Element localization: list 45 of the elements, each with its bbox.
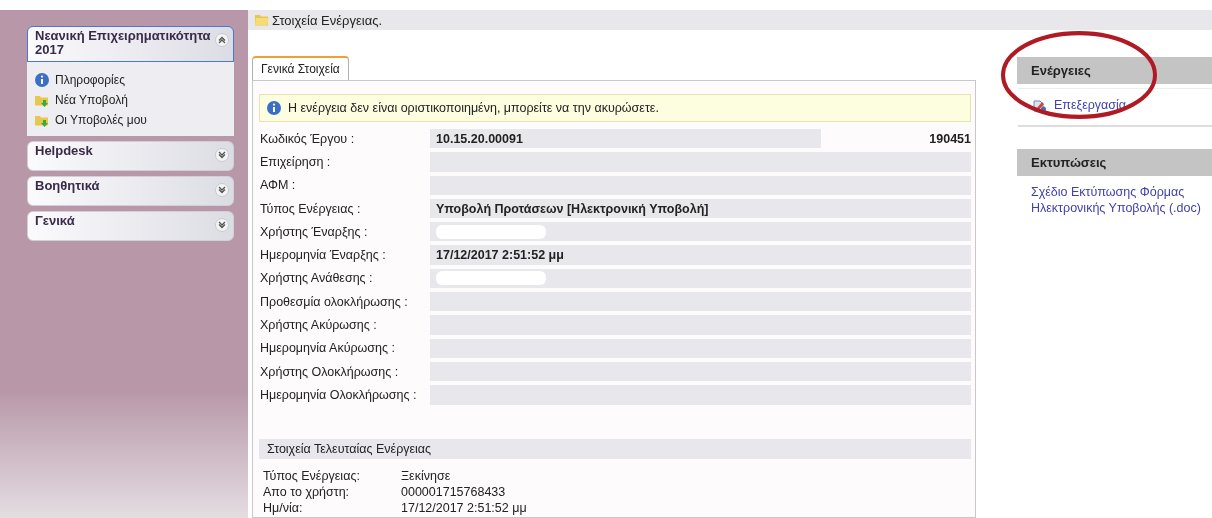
- field-label: Επιχείρηση :: [259, 154, 332, 169]
- folder-icon: [254, 12, 270, 28]
- section-header: Στοιχεία Τελευταίας Ενέργειας: [259, 438, 971, 459]
- field-label: ΑΦΜ :: [259, 178, 297, 193]
- info-label: Απο το χρήστη:: [263, 484, 351, 499]
- field-value: 190451: [929, 131, 971, 146]
- action-link[interactable]: Σχέδιο Εκτύπωσης Φόρμας Ηλεκτρονικής Υποβολής (.doc): [1031, 184, 1212, 216]
- chevron-icon: [215, 218, 229, 232]
- tab[interactable]: Γενικά Στοιχεία: [252, 56, 349, 80]
- accordion-header[interactable]: Νεανική Επιχειρηματικότητα 2017: [27, 26, 234, 62]
- menu-link[interactable]: Νέα Υποβολή: [55, 93, 128, 107]
- chevron-icon: [215, 148, 229, 162]
- menu-link[interactable]: Οι Υποβολές μου: [55, 113, 147, 127]
- info-value: Ξεκίνησε: [401, 468, 451, 483]
- info-icon: [34, 72, 50, 88]
- notice-text: Η ενέργεια δεν είναι οριστικοποιημένη, μπορείτε να την ακυρώσετε.: [288, 101, 659, 115]
- field-label: Χρήστης Ολοκλήρωσης :: [259, 364, 400, 379]
- field-value: Υποβολή Προτάσεων [Ηλεκτρονική Υποβολή]: [430, 198, 971, 219]
- chevron-icon: [215, 33, 229, 47]
- accordion-header[interactable]: Βοηθητικά: [27, 176, 234, 206]
- info-value: 000001715768433: [401, 484, 506, 499]
- field-value: 10.15.20.00091: [430, 129, 821, 149]
- panel-header: Ενέργειες: [1017, 57, 1212, 84]
- field-label: Κωδικός Έργου :: [259, 131, 356, 146]
- edit-icon: [1032, 97, 1048, 113]
- field-label: Τύπος Ενέργειας :: [259, 201, 362, 216]
- info-label: Τύπος Ενέργειας:: [263, 468, 361, 483]
- field-label: Ημερομηνία Ολοκλήρωσης :: [259, 387, 418, 402]
- field-label: Ημερομηνία Έναρξης :: [259, 248, 387, 263]
- panel-header: Εκτυπώσεις: [1017, 149, 1212, 176]
- action-link[interactable]: Επεξεργασία: [1054, 97, 1126, 113]
- field-label: Προθεσμία ολοκλήρωσης :: [259, 294, 409, 309]
- field-label: Ημερομηνία Ακύρωσης :: [259, 341, 396, 356]
- page-title: Στοιχεία Ενέργειας.: [272, 12, 383, 28]
- accordion-header[interactable]: Γενικά: [27, 211, 234, 241]
- info-label: Ημ/νία:: [263, 500, 304, 515]
- field-label: Χρήστης Έναρξης :: [259, 224, 369, 239]
- field-label: Χρήστης Ακύρωσης :: [259, 318, 378, 332]
- info-icon: [266, 100, 282, 116]
- info-value: 17/12/2017 2:51:52 μμ: [401, 500, 527, 515]
- menu-link[interactable]: Πληροφορίες: [55, 73, 125, 87]
- field-value: 17/12/2017 2:51:52 μμ: [430, 245, 971, 265]
- accordion-header[interactable]: Helpdesk: [27, 141, 234, 171]
- field-label: Χρήστης Ανάθεσης :: [259, 271, 374, 286]
- chevron-icon: [215, 183, 229, 197]
